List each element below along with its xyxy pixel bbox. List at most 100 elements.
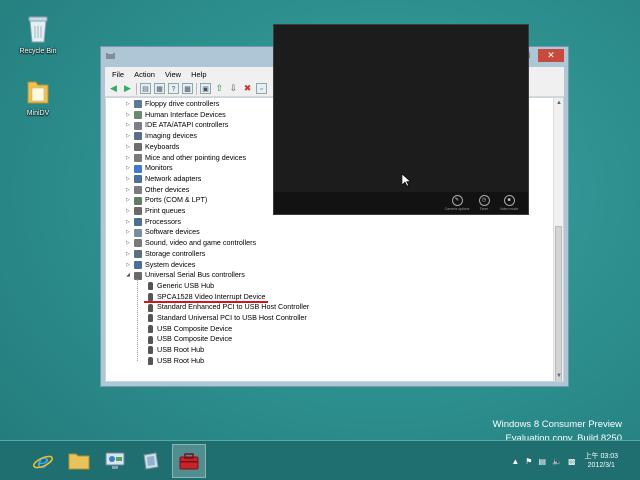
tree-device-item[interactable]: Generic USB Hub <box>144 281 214 292</box>
tree-device-item[interactable]: USB Composite Device <box>144 324 232 335</box>
ie-icon: e <box>33 450 53 472</box>
tree-category[interactable]: ▷ Storage controllers <box>124 249 205 260</box>
expand-arrow-icon[interactable]: ▷ <box>124 110 132 121</box>
tree-category[interactable]: ▷ Keyboards <box>124 142 179 153</box>
timer-button[interactable]: ◷ Timer <box>471 195 497 211</box>
storage-icon <box>134 250 142 259</box>
expand-arrow-icon[interactable]: ▷ <box>124 206 132 217</box>
expand-arrow-icon[interactable]: ▷ <box>124 249 132 260</box>
tree-device-item[interactable]: Standard Universal PCI to USB Host Contr… <box>144 313 307 324</box>
tree-category[interactable]: ▷ Software devices <box>124 227 200 238</box>
expand-arrow-icon[interactable]: ▷ <box>124 217 132 228</box>
uninstall-icon[interactable]: ✖ <box>242 83 253 94</box>
taskbar-device-manager[interactable] <box>172 444 206 478</box>
tree-category[interactable]: ▷ Ports (COM & LPT) <box>124 195 207 206</box>
menu-help[interactable]: Help <box>186 70 211 79</box>
language-icon[interactable]: ▩ <box>568 457 576 466</box>
expand-arrow-icon[interactable]: ▷ <box>124 227 132 238</box>
tree-device-item[interactable]: USB Root Hub <box>144 356 204 367</box>
view-icon[interactable]: ▩ <box>182 83 193 94</box>
expand-arrow-icon[interactable]: ▷ <box>124 99 132 110</box>
tree-category-label: Processors <box>145 216 181 226</box>
tree-category[interactable]: ▷ Floppy drive controllers <box>124 99 219 110</box>
taskbar-clock[interactable]: 上午 03:03 2012/3/1 <box>585 452 618 470</box>
tree-device-item[interactable]: USB Composite Device <box>144 334 232 345</box>
usb-device-icon <box>148 335 153 344</box>
printer-icon <box>134 207 142 216</box>
tree-category[interactable]: ▷ Human Interface Devices <box>124 110 226 121</box>
camera-video-window[interactable]: ✎ Camera options ◷ Timer ■ Video mode <box>273 24 529 215</box>
taskbar-file-explorer[interactable] <box>62 444 96 478</box>
desktop-icon-label: MiniDV <box>26 110 50 117</box>
clock-date: 2012/3/1 <box>587 462 615 469</box>
video-mode-label: Video mode <box>499 207 519 211</box>
expand-arrow-icon[interactable]: ▷ <box>124 131 132 142</box>
tree-category[interactable]: ◢ Universal Serial Bus controllers <box>124 270 245 281</box>
desktop-icon-minidv[interactable]: MiniDV <box>16 76 60 117</box>
menu-view[interactable]: View <box>160 70 186 79</box>
highlight-underline <box>144 301 268 304</box>
tree-category[interactable]: ▷ Network adapters <box>124 174 201 185</box>
scan-hardware-icon[interactable]: ▣ <box>200 83 211 94</box>
volume-icon[interactable]: 🔈 <box>552 457 562 466</box>
taskbar-control-panel[interactable] <box>98 444 132 478</box>
tree-category-label: Network adapters <box>145 173 202 183</box>
tree-category-label: Storage controllers <box>145 248 206 258</box>
disable-device-icon[interactable]: ⇩ <box>228 83 239 94</box>
close-button[interactable]: ✕ <box>538 49 564 62</box>
keyboard-icon <box>134 143 142 152</box>
video-mode-button[interactable]: ■ Video mode <box>496 195 522 211</box>
expand-arrow-icon[interactable]: ▷ <box>124 195 132 206</box>
tree-category[interactable]: ▷ Print queues <box>124 206 185 217</box>
tree-device-item[interactable]: USB Root Hub <box>144 345 204 356</box>
properties-icon[interactable]: ▦ <box>154 83 165 94</box>
taskbar-internet-explorer[interactable]: e <box>26 444 60 478</box>
tree-device-item[interactable]: Standard Enhanced PCI to USB Host Contro… <box>144 302 309 313</box>
show-hide-tree-icon[interactable]: ▤ <box>140 83 151 94</box>
desktop-icon-recycle-bin[interactable]: Recycle Bin <box>16 14 60 55</box>
show-hidden-icons-icon[interactable]: ▲ <box>511 457 519 466</box>
expand-arrow-icon[interactable]: ▷ <box>124 153 132 164</box>
taskbar-app[interactable] <box>134 444 168 478</box>
tree-category[interactable]: ▷ Monitors <box>124 163 173 174</box>
expand-arrow-icon[interactable]: ▷ <box>124 185 132 196</box>
tree-device-label: USB Composite Device <box>157 334 233 344</box>
software-icon <box>134 228 142 237</box>
expand-arrow-icon[interactable]: ▷ <box>124 174 132 185</box>
tree-category-label: IDE ATA/ATAPI controllers <box>145 120 229 130</box>
tree-category-label: Other devices <box>145 184 190 194</box>
update-driver-icon[interactable]: ⇧ <box>214 83 225 94</box>
menu-file[interactable]: File <box>107 70 129 79</box>
forward-icon[interactable]: ▶ <box>122 83 133 94</box>
network-icon[interactable]: ▤ <box>538 457 546 466</box>
tree-category-label: Universal Serial Bus controllers <box>145 270 245 280</box>
expand-arrow-icon[interactable]: ▷ <box>124 260 132 271</box>
scrollbar-thumb[interactable] <box>555 226 562 381</box>
flag-icon[interactable]: ⚑ <box>525 457 532 466</box>
back-icon[interactable]: ◀ <box>108 83 119 94</box>
usb-device-icon <box>148 303 153 312</box>
tree-category[interactable]: ▷ Processors <box>124 217 181 228</box>
add-hardware-icon[interactable]: ▫ <box>256 83 267 94</box>
expand-arrow-icon[interactable]: ▷ <box>124 142 132 153</box>
expand-arrow-icon[interactable]: ▷ <box>124 238 132 249</box>
usb-device-icon <box>148 314 153 323</box>
tree-category[interactable]: ▷ Imaging devices <box>124 131 197 142</box>
help-icon[interactable]: ? <box>168 83 179 94</box>
tree-category[interactable]: ▷ IDE ATA/ATAPI controllers <box>124 120 228 131</box>
scroll-down-icon[interactable]: ▼ <box>554 371 563 381</box>
tree-category[interactable]: ▷ Sound, video and game controllers <box>124 238 256 249</box>
expand-arrow-icon[interactable]: ▷ <box>124 163 132 174</box>
tree-category[interactable]: ▷ Other devices <box>124 185 189 196</box>
vertical-scrollbar[interactable]: ▲ ▼ <box>553 98 563 381</box>
tree-category[interactable]: ▷ Mice and other pointing devices <box>124 153 246 164</box>
system-tray: ▲ ⚑ ▤ 🔈 ▩ 上午 03:03 2012/3/1 <box>508 441 640 480</box>
expand-arrow-icon[interactable]: ▷ <box>124 120 132 131</box>
clock-time: 上午 03:03 <box>584 453 618 460</box>
tree-device-label: USB Root Hub <box>157 355 205 365</box>
camera-options-button[interactable]: ✎ Camera options <box>444 195 470 211</box>
scroll-up-icon[interactable]: ▲ <box>554 98 563 108</box>
tree-category[interactable]: ▷ System devices <box>124 260 195 271</box>
collapse-arrow-icon[interactable]: ◢ <box>124 270 132 281</box>
menu-action[interactable]: Action <box>129 70 160 79</box>
